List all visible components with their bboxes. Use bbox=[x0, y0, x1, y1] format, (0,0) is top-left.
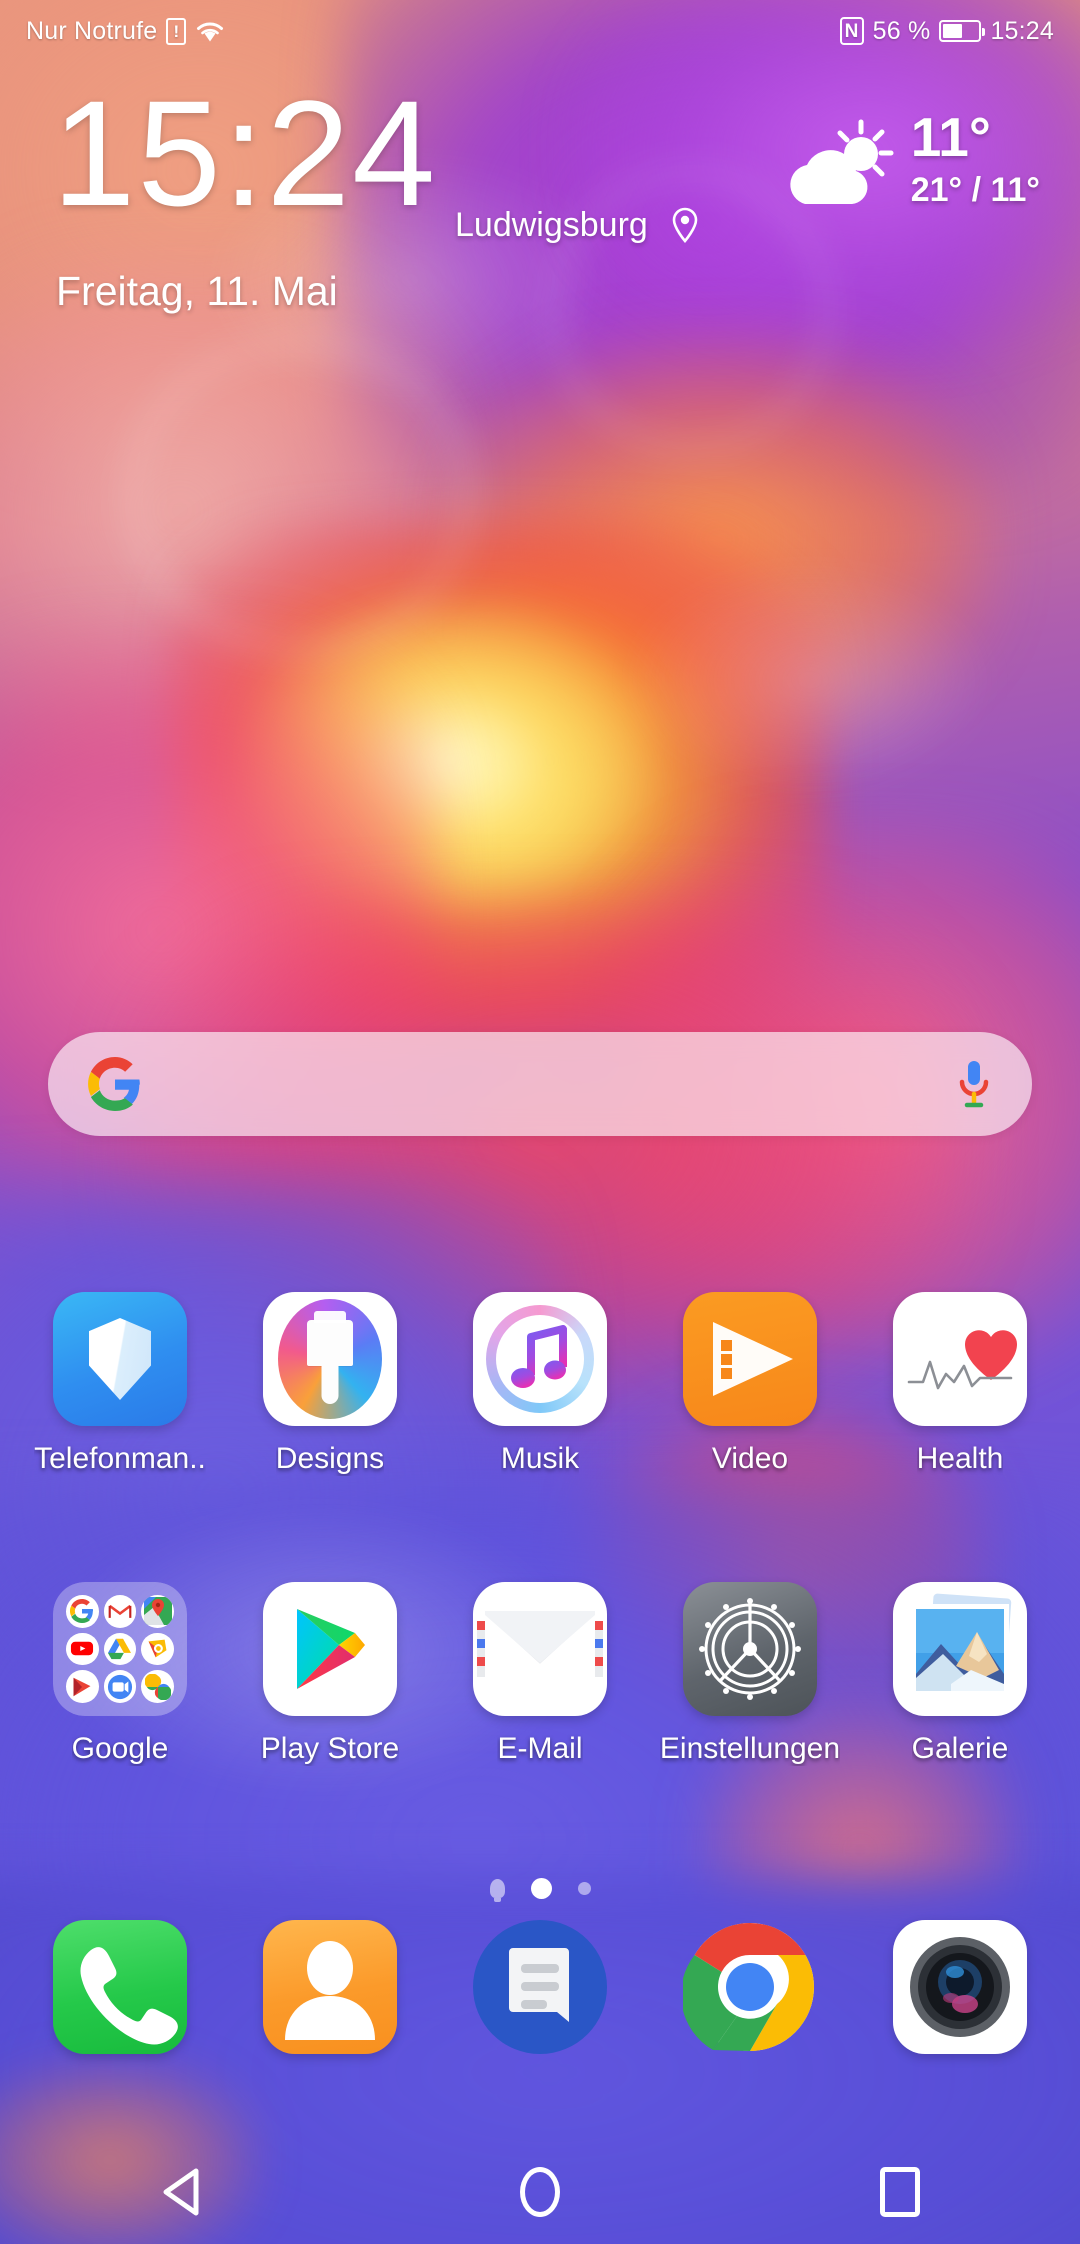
phone-dialer-icon[interactable] bbox=[53, 1920, 187, 2054]
dock-item-phone[interactable] bbox=[24, 1920, 216, 2054]
app-label: Einstellungen bbox=[659, 1732, 841, 1765]
dock-item-chrome[interactable] bbox=[654, 1920, 846, 2054]
wifi-icon bbox=[195, 18, 225, 44]
google-folder-icon[interactable] bbox=[53, 1582, 187, 1716]
app-musik[interactable]: Musik bbox=[444, 1292, 636, 1476]
app-health[interactable]: Health bbox=[864, 1292, 1056, 1476]
app-play-store[interactable]: Play Store bbox=[234, 1582, 426, 1766]
app-label: Musik bbox=[500, 1442, 580, 1475]
weather-temperature: 11° bbox=[910, 106, 991, 168]
gmail-icon bbox=[103, 1595, 137, 1628]
app-label: Health bbox=[916, 1442, 1004, 1475]
clock-weather-widget[interactable]: 15:24 Freitag, 11. Mai Ludwigsburg 11° 2… bbox=[0, 78, 1080, 338]
carrier-label: Nur Notrufe bbox=[26, 16, 158, 45]
status-bar: Nur Notrufe N 56 % 15:24 bbox=[0, 0, 1080, 62]
google-photos-icon bbox=[141, 1670, 174, 1703]
sim-alert-icon bbox=[166, 17, 187, 45]
app-email[interactable]: E-Mail bbox=[444, 1582, 636, 1766]
partly-cloudy-icon bbox=[783, 116, 901, 212]
google-search-bar[interactable] bbox=[48, 1032, 1032, 1136]
home-button[interactable] bbox=[480, 2140, 600, 2244]
camera-icon[interactable] bbox=[893, 1920, 1027, 2054]
app-label: Video bbox=[711, 1442, 789, 1475]
status-bar-left: Nur Notrufe bbox=[26, 17, 225, 46]
app-video[interactable]: Video bbox=[654, 1292, 846, 1476]
app-label: Telefonman.. bbox=[34, 1442, 206, 1475]
dock-item-messages[interactable] bbox=[444, 1920, 636, 2054]
google-drive-icon bbox=[103, 1632, 137, 1666]
app-grid-row-1: Telefonman.. Designs Musik Video Health bbox=[0, 1292, 1080, 1476]
status-bar-right: N 56 % 15:24 bbox=[839, 16, 1054, 46]
app-label: Play Store bbox=[260, 1732, 400, 1765]
weather-range: 21° / 11° bbox=[910, 171, 1040, 209]
google-duo-icon bbox=[103, 1670, 137, 1703]
contacts-person-icon[interactable] bbox=[263, 1920, 397, 2054]
battery-percent-label: 56 % bbox=[872, 16, 931, 45]
location-pin-icon bbox=[668, 206, 702, 244]
google-assistant-icon bbox=[141, 1632, 174, 1666]
clock-city-label[interactable]: Ludwigsburg bbox=[455, 206, 648, 245]
app-label: Google bbox=[71, 1732, 169, 1765]
app-label: E-Mail bbox=[497, 1732, 583, 1765]
app-google-folder[interactable]: Google bbox=[24, 1582, 216, 1766]
dock-item-contacts[interactable] bbox=[234, 1920, 426, 2054]
phone-manager-shield-icon[interactable] bbox=[53, 1292, 187, 1426]
app-designs[interactable]: Designs bbox=[234, 1292, 426, 1476]
gallery-photo-icon[interactable] bbox=[893, 1582, 1027, 1716]
google-maps-icon bbox=[141, 1595, 174, 1628]
dock-item-camera[interactable] bbox=[864, 1920, 1056, 2054]
google-search-icon bbox=[66, 1595, 99, 1628]
app-label: Designs bbox=[275, 1442, 385, 1475]
page-dot-active[interactable] bbox=[530, 1878, 552, 1899]
back-button[interactable] bbox=[120, 2140, 240, 2244]
weather-texts: 11° 21° / 11° bbox=[911, 110, 1040, 210]
nfc-icon: N bbox=[839, 17, 864, 45]
youtube-icon bbox=[66, 1632, 99, 1666]
play-movies-icon bbox=[66, 1670, 99, 1703]
recents-button[interactable] bbox=[840, 2140, 960, 2244]
clock-time[interactable]: 15:24 bbox=[52, 78, 437, 228]
play-store-icon[interactable] bbox=[263, 1582, 397, 1716]
music-note-icon[interactable] bbox=[473, 1292, 607, 1426]
page-indicator[interactable] bbox=[0, 1878, 1080, 1902]
back-triangle-icon bbox=[163, 2168, 199, 2216]
dock bbox=[0, 1920, 1080, 2054]
battery-icon bbox=[939, 20, 986, 42]
health-heart-icon[interactable] bbox=[893, 1292, 1027, 1426]
home-circle-icon[interactable] bbox=[520, 2167, 560, 2217]
microphone-icon[interactable] bbox=[956, 1059, 992, 1109]
video-play-icon[interactable] bbox=[683, 1292, 817, 1426]
app-telefonmanager[interactable]: Telefonman.. bbox=[24, 1292, 216, 1476]
page-dot-assistant[interactable] bbox=[489, 1879, 505, 1902]
chrome-icon[interactable] bbox=[680, 1920, 817, 2054]
clock-date[interactable]: Freitag, 11. Mai bbox=[56, 268, 338, 315]
recents-square-icon[interactable] bbox=[880, 2167, 920, 2217]
status-bar-clock: 15:24 bbox=[990, 16, 1054, 45]
app-label: Galerie bbox=[911, 1732, 1009, 1765]
messages-icon[interactable] bbox=[473, 1920, 607, 2054]
google-g-icon bbox=[88, 1057, 142, 1111]
app-einstellungen[interactable]: Einstellungen bbox=[654, 1582, 846, 1766]
navigation-bar bbox=[0, 2140, 1080, 2244]
themes-paintbrush-icon[interactable] bbox=[263, 1292, 397, 1426]
weather-widget[interactable]: 11° 21° / 11° bbox=[783, 100, 1040, 212]
app-galerie[interactable]: Galerie bbox=[864, 1582, 1056, 1766]
settings-gear-icon[interactable] bbox=[683, 1582, 817, 1716]
app-grid-row-2: Google Play Store E-Mail Einstellungen G… bbox=[0, 1582, 1080, 1766]
email-envelope-icon[interactable] bbox=[473, 1582, 607, 1716]
wallpaper-wisp-2 bbox=[620, 560, 1000, 800]
page-dot[interactable] bbox=[577, 1882, 591, 1895]
